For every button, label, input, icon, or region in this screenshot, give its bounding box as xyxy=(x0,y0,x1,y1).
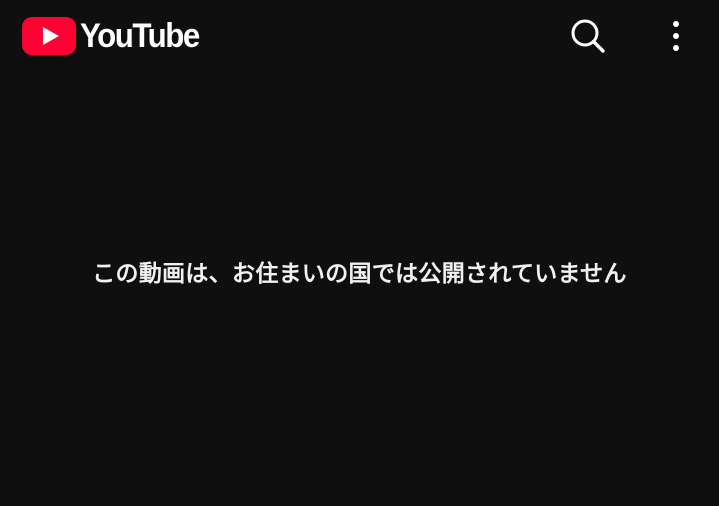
more-options-button[interactable] xyxy=(654,14,698,58)
top-app-bar: YouTube xyxy=(0,0,719,76)
search-button[interactable] xyxy=(566,14,610,58)
search-icon xyxy=(571,19,605,53)
youtube-logo[interactable]: YouTube xyxy=(22,16,209,56)
youtube-wordmark: YouTube xyxy=(80,17,200,55)
youtube-app: YouTube この動画は、お住まいの国では公開されていません xyxy=(0,0,719,506)
more-vertical-icon xyxy=(673,21,679,51)
youtube-play-icon xyxy=(22,17,76,55)
unavailable-message: この動画は、お住まいの国では公開されていません xyxy=(92,261,627,287)
